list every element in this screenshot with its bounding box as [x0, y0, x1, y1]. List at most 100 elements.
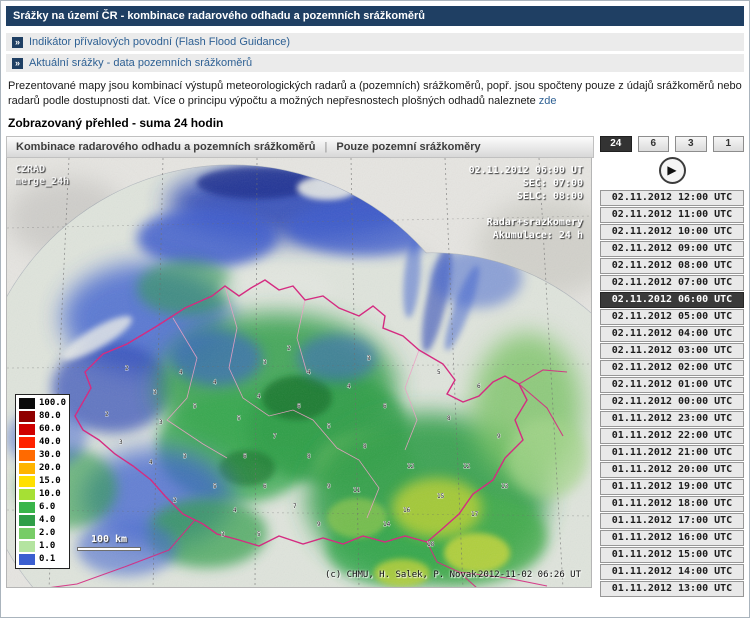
legend-value: 30.0 [39, 450, 61, 461]
legend-swatch [19, 449, 35, 461]
timestamp-item[interactable]: 02.11.2012 05:00 UTC [600, 308, 744, 325]
map-copyright: (c) CHMU, H. Salek, P. Novak [325, 569, 477, 580]
legend-swatch [19, 423, 35, 435]
timestamp-item[interactable]: 01.11.2012 14:00 UTC [600, 563, 744, 580]
scale-bar: 100 km [77, 534, 141, 551]
gauge-data-link[interactable]: Aktuální srážky - data pozemních srážkom… [29, 57, 252, 69]
legend-row: 10.0 [19, 488, 66, 501]
legend-swatch [19, 553, 35, 565]
legend-swatch [19, 514, 35, 526]
interval-buttons: 24 6 3 1 [600, 135, 744, 152]
play-row: ▶ [600, 156, 744, 184]
legend-row: 30.0 [19, 449, 66, 462]
timestamp-item[interactable]: 01.11.2012 20:00 UTC [600, 461, 744, 478]
link-current-precipitation[interactable]: » Aktuální srážky - data pozemních srážk… [6, 54, 744, 72]
timestamp-item[interactable]: 01.11.2012 16:00 UTC [600, 529, 744, 546]
map-generated-time: 2012-11-02 06:26 UT [478, 569, 581, 580]
page-title: Srážky na území ČR - kombinace radarovéh… [6, 6, 744, 26]
legend-value: 1.0 [39, 541, 56, 552]
legend-value: 10.0 [39, 489, 61, 500]
legend-value: 80.0 [39, 411, 61, 422]
timestamp-item[interactable]: 02.11.2012 10:00 UTC [600, 223, 744, 240]
flash-flood-link[interactable]: Indikátor přívalových povodní (Flash Flo… [29, 36, 290, 48]
timestamp-item[interactable]: 02.11.2012 04:00 UTC [600, 325, 744, 342]
map-panel: Kombinace radarového odhadu a pozemních … [6, 135, 594, 597]
map-sec-time: SEC: 07:00 [522, 177, 583, 189]
legend-row: 100.0 [19, 397, 66, 410]
zde-link[interactable]: zde [539, 95, 557, 107]
legend-swatch [19, 436, 35, 448]
timestamp-item[interactable]: 02.11.2012 09:00 UTC [600, 240, 744, 257]
legend-row: 6.0 [19, 501, 66, 514]
legend-row: 80.0 [19, 410, 66, 423]
timestamp-item[interactable]: 02.11.2012 01:00 UTC [600, 376, 744, 393]
interval-button-6[interactable]: 6 [637, 135, 669, 152]
tab-combined-radar-gauges[interactable]: Kombinace radarového odhadu a pozemních … [16, 141, 316, 153]
legend-value: 100.0 [39, 398, 67, 409]
legend-swatch [19, 397, 35, 409]
timestamp-item[interactable]: 02.11.2012 02:00 UTC [600, 359, 744, 376]
map-source-label: Radar+srazkomery [486, 216, 583, 228]
timestamp-item[interactable]: 01.11.2012 13:00 UTC [600, 580, 744, 597]
map-datetime-block: 02.11.2012 06:00 UT SEC: 07:00 SELC: 08:… [469, 164, 583, 242]
interval-button-24[interactable]: 24 [600, 135, 632, 152]
scale-bar-label: 100 km [90, 533, 128, 545]
legend-row: 60.0 [19, 423, 66, 436]
timestamp-item[interactable]: 02.11.2012 07:00 UTC [600, 274, 744, 291]
legend-value: 15.0 [39, 476, 61, 487]
legend-swatch [19, 488, 35, 500]
legend-row: 4.0 [19, 514, 66, 527]
legend-value: 4.0 [39, 515, 56, 526]
legend-swatch [19, 527, 35, 539]
legend-value: 40.0 [39, 437, 61, 448]
product-name: CZRAD [15, 163, 46, 175]
page: Srážky na území ČR - kombinace radarovéh… [0, 0, 750, 618]
legend-swatch [19, 410, 35, 422]
legend-swatch [19, 540, 35, 552]
timestamp-item[interactable]: 02.11.2012 12:00 UTC [600, 189, 744, 206]
legend-value: 20.0 [39, 463, 61, 474]
timestamp-item[interactable]: 02.11.2012 00:00 UTC [600, 393, 744, 410]
legend-value: 6.0 [39, 502, 56, 513]
timestamp-item[interactable]: 01.11.2012 17:00 UTC [600, 512, 744, 529]
legend-value: 0.1 [39, 554, 56, 565]
product-mode: merge_24h [15, 175, 70, 187]
timestamp-item[interactable]: 01.11.2012 21:00 UTC [600, 444, 744, 461]
tab-separator: | [324, 140, 328, 153]
map-selc-time: SELC: 08:00 [516, 190, 583, 202]
timestamp-item[interactable]: 01.11.2012 23:00 UTC [600, 410, 744, 427]
legend-row: 15.0 [19, 475, 66, 488]
interval-button-1[interactable]: 1 [712, 135, 744, 152]
play-icon: ▶ [667, 163, 677, 178]
scale-bar-line [77, 546, 141, 551]
link-flash-flood-guidance[interactable]: » Indikátor přívalových povodní (Flash F… [6, 33, 744, 51]
tab-gauges-only[interactable]: Pouze pozemní srážkoměry [336, 141, 480, 153]
arrow-bullet-icon: » [12, 36, 23, 48]
legend-row: 2.0 [19, 527, 66, 540]
timestamp-item[interactable]: 01.11.2012 22:00 UTC [600, 427, 744, 444]
timestamp-item[interactable]: 01.11.2012 18:00 UTC [600, 495, 744, 512]
timestamp-item[interactable]: 01.11.2012 15:00 UTC [600, 546, 744, 563]
timestamp-item[interactable]: 02.11.2012 03:00 UTC [600, 342, 744, 359]
intro-text: Prezentované mapy jsou kombinací výstupů… [8, 80, 742, 107]
time-sidebar: 24 6 3 1 ▶ 02.11.2012 12:00 UTC 02.11.2012 1… [600, 135, 744, 597]
map-utc-time: 02.11.2012 06:00 UT [468, 164, 583, 176]
product-label: CZRAD merge_24h [15, 164, 69, 188]
legend-swatch [19, 475, 35, 487]
play-button[interactable]: ▶ [658, 156, 686, 184]
timestamp-item[interactable]: 01.11.2012 19:00 UTC [600, 478, 744, 495]
legend-value: 60.0 [39, 424, 61, 435]
legend-row: 1.0 [19, 540, 66, 553]
timestamp-item[interactable]: 02.11.2012 11:00 UTC [600, 206, 744, 223]
interval-button-3[interactable]: 3 [675, 135, 707, 152]
timestamp-item[interactable]: 02.11.2012 08:00 UTC [600, 257, 744, 274]
legend-row: 20.0 [19, 462, 66, 475]
legend-swatch [19, 462, 35, 474]
arrow-bullet-icon: » [12, 57, 23, 69]
timestamp-item[interactable]: 02.11.2012 06:00 UTC [600, 291, 744, 308]
map-tabs: Kombinace radarového odhadu a pozemních … [6, 135, 594, 158]
content-area: Kombinace radarového odhadu a pozemních … [6, 135, 744, 597]
legend-row: 40.0 [19, 436, 66, 449]
radar-map: 2 3 4 3 5 4 2 3 4 3 5 2 4 6 5 4 3 2 4 6 7 8 6 7 9 5 4 3 6 8 11 14 12 16 18… [6, 157, 592, 588]
intro-paragraph: Prezentované mapy jsou kombinací výstupů… [8, 79, 742, 109]
